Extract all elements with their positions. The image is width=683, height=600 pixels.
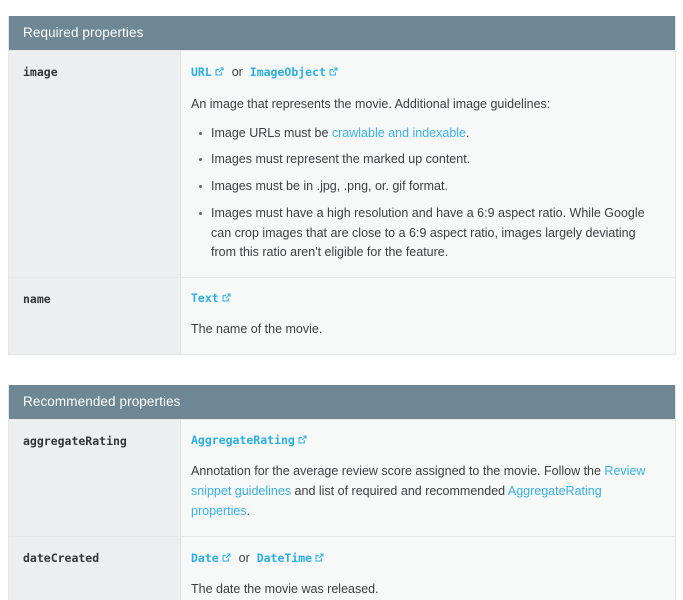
type-link-text[interactable]: Text xyxy=(191,291,232,305)
type-link-url[interactable]: URL xyxy=(191,65,225,79)
external-link-icon xyxy=(328,66,339,77)
type-link-date[interactable]: Date xyxy=(191,551,232,565)
list-item: Images must represent the marked up cont… xyxy=(199,150,663,170)
documentation-page: Required properties image URL or ImageObje… xyxy=(0,0,683,600)
external-link-icon xyxy=(314,552,325,563)
property-body: AggregateRating Annotation for the averag… xyxy=(181,420,675,536)
property-type-line: AggregateRating xyxy=(191,432,663,449)
section-header-required: Required properties xyxy=(9,16,675,50)
external-link-icon xyxy=(221,552,232,563)
property-name-dateCreated: dateCreated xyxy=(9,536,181,600)
section-header-recommended: Recommended properties xyxy=(9,385,675,419)
property-name-image: image xyxy=(9,51,181,277)
type-link-label: Text xyxy=(191,291,219,305)
type-separator: or xyxy=(238,550,250,565)
property-type-line: Date or DateTime xyxy=(191,549,663,568)
text-fragment: and list of required and recommended xyxy=(291,484,508,498)
external-link-icon xyxy=(214,66,225,77)
type-separator: or xyxy=(231,65,243,79)
text-fragment: The name of the movie. xyxy=(191,322,323,337)
text-fragment: . xyxy=(466,125,470,140)
external-link-icon xyxy=(297,434,308,445)
table-row: dateCreated Date or DateTime The date the … xyxy=(9,535,675,600)
inline-doc-link[interactable]: crawlable and indexable xyxy=(332,126,466,140)
type-link-label: ImageObject xyxy=(249,65,326,79)
table-row: image URL or ImageObject An image that rep… xyxy=(9,50,675,277)
type-link-label: Date xyxy=(191,550,219,565)
property-description: The name of the movie. xyxy=(191,320,663,340)
table-row: name Text The name of the movie. xyxy=(9,277,675,354)
external-link-icon xyxy=(221,292,232,303)
text-fragment: The date the movie was released. xyxy=(191,582,379,597)
guidelines-list: Image URLs must be crawlable and indexab… xyxy=(191,124,663,264)
type-link-label: URL xyxy=(191,65,212,79)
type-link-aggregaterating[interactable]: AggregateRating xyxy=(191,433,308,447)
property-description: An image that represents the movie. Addi… xyxy=(191,95,663,115)
property-description: Annotation for the average review score … xyxy=(191,462,663,521)
property-table-recommended: Recommended properties aggregateRating Agg… xyxy=(8,385,676,600)
property-table-required: Required properties image URL or ImageObje… xyxy=(8,16,676,355)
text-fragment: Annotation for the average review score … xyxy=(191,464,605,479)
property-name-name: name xyxy=(9,278,181,354)
property-body: Date or DateTime The date the movie was r… xyxy=(181,536,675,600)
text-fragment: Images must be in .jpg, .png, or. gif fo… xyxy=(211,179,448,193)
property-type-line: Text xyxy=(191,290,663,307)
text-fragment: Images must have a high resolution and h… xyxy=(211,205,645,260)
property-tables: Required properties image URL or ImageObje… xyxy=(0,16,683,600)
property-body: URL or ImageObject An image that represen… xyxy=(181,51,675,277)
list-item: Image URLs must be crawlable and indexab… xyxy=(199,124,663,144)
table-row: aggregateRating AggregateRating Annotation… xyxy=(9,419,675,536)
property-description: The date the movie was released. xyxy=(191,580,663,600)
list-item: Images must be in .jpg, .png, or. gif fo… xyxy=(199,177,663,197)
text-fragment: An image that represents the movie. Addi… xyxy=(191,96,551,111)
text-fragment: Images must represent the marked up cont… xyxy=(211,152,471,167)
list-item: Images must have a high resolution and h… xyxy=(199,204,663,263)
property-body: Text The name of the movie. xyxy=(181,278,675,354)
text-fragment: Image URLs must be xyxy=(211,125,332,140)
type-link-imageobject[interactable]: ImageObject xyxy=(250,65,339,79)
type-link-label: AggregateRating xyxy=(191,433,295,447)
text-fragment: . xyxy=(246,503,251,518)
type-link-label: DateTime xyxy=(256,550,313,565)
property-name-aggregateRating: aggregateRating xyxy=(9,420,181,536)
type-link-datetime[interactable]: DateTime xyxy=(257,551,325,565)
property-type-line: URL or ImageObject xyxy=(191,63,663,82)
